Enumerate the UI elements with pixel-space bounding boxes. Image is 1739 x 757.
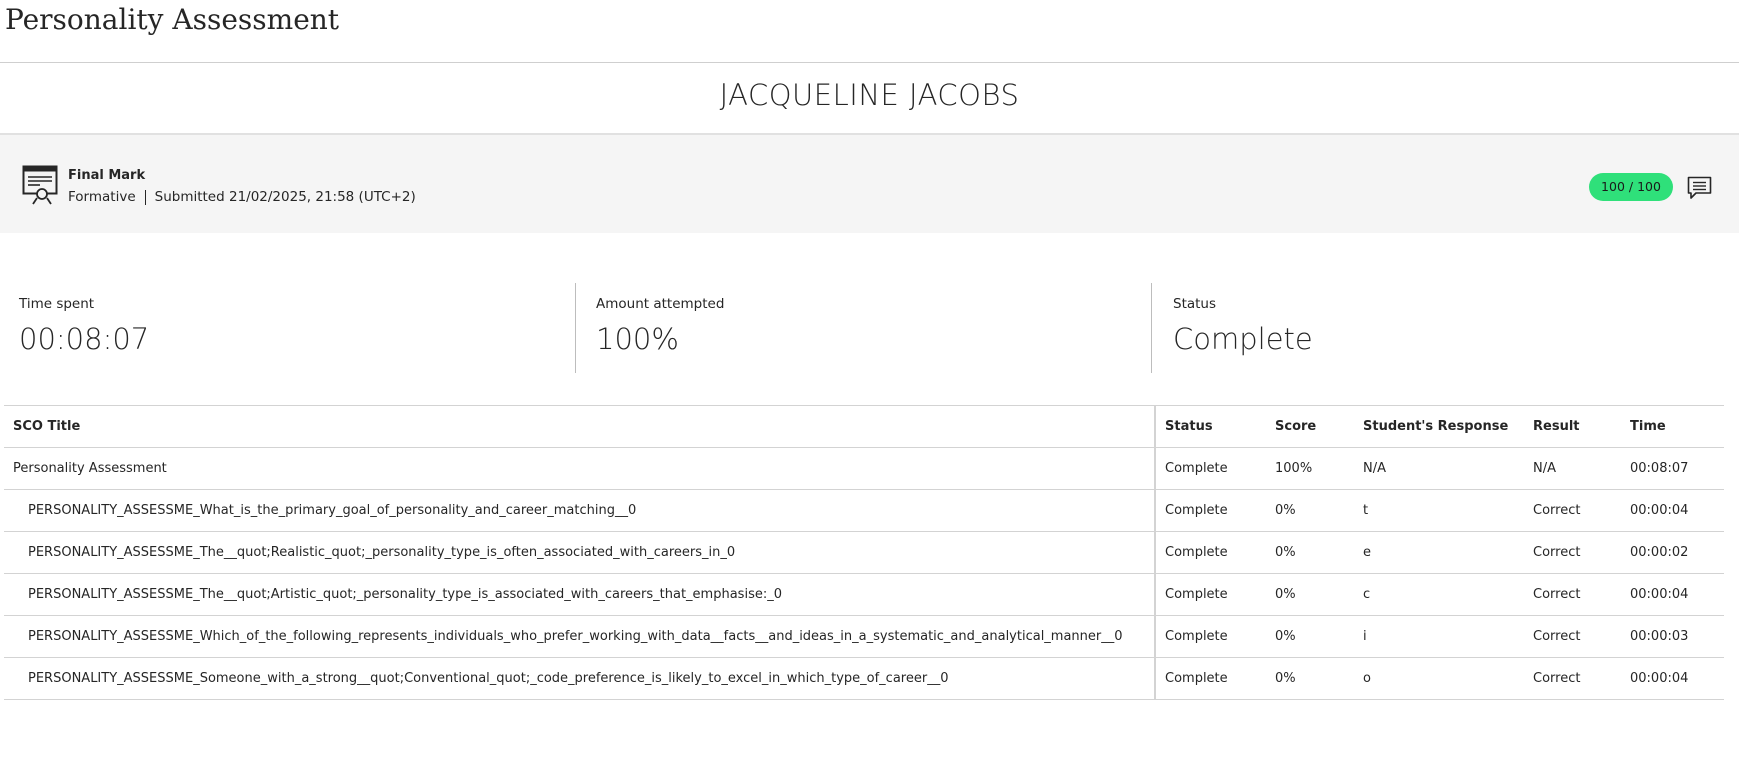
sco-title-cell: PERSONALITY_ASSESSME_What_is_the_primary… bbox=[4, 489, 1156, 532]
status-cell: Complete bbox=[1155, 489, 1266, 532]
feedback-comment-icon[interactable] bbox=[1687, 176, 1712, 200]
table-row: PERSONALITY_ASSESSME_The__quot;Realistic… bbox=[4, 531, 1724, 574]
time-spent-stat: Time spent 00:08:07 bbox=[19, 285, 149, 373]
status-label: Status bbox=[1173, 296, 1217, 312]
status-stat: Status Complete bbox=[1173, 285, 1313, 373]
result-cell: Correct bbox=[1524, 573, 1621, 616]
time-cell: 00:00:03 bbox=[1621, 615, 1724, 658]
column-header-status: Status bbox=[1155, 405, 1266, 448]
column-header-time: Time bbox=[1621, 405, 1724, 448]
final-mark-label: Final Mark bbox=[68, 168, 146, 183]
table-header-row: SCO Title Status Score Student's Respons… bbox=[4, 405, 1724, 448]
status-cell: Complete bbox=[1155, 615, 1266, 658]
response-cell: t bbox=[1354, 489, 1524, 532]
status-cell: Complete bbox=[1155, 531, 1266, 574]
amount-attempted-label: Amount attempted bbox=[596, 296, 725, 312]
table-row: PERSONALITY_ASSESSME_Which_of_the_follow… bbox=[4, 615, 1724, 658]
final-mark-panel: Final Mark Formative Submitted 21/02/202… bbox=[0, 133, 1739, 233]
table-row: PERSONALITY_ASSESSME_The__quot;Artistic_… bbox=[4, 573, 1724, 616]
result-cell: Correct bbox=[1524, 531, 1621, 574]
status-value: Complete bbox=[1173, 322, 1313, 356]
column-header-score: Score bbox=[1266, 405, 1354, 448]
result-cell: N/A bbox=[1524, 447, 1621, 490]
sco-title-cell: PERSONALITY_ASSESSME_The__quot;Artistic_… bbox=[4, 573, 1156, 616]
column-header-result: Result bbox=[1524, 405, 1621, 448]
separator bbox=[144, 189, 146, 205]
amount-attempted-stat: Amount attempted 100% bbox=[596, 285, 724, 373]
response-cell: i bbox=[1354, 615, 1524, 658]
score-cell: 0% bbox=[1266, 531, 1354, 574]
sco-title-cell: PERSONALITY_ASSESSME_Which_of_the_follow… bbox=[4, 615, 1156, 658]
score-cell: 0% bbox=[1266, 657, 1354, 700]
table-row: Personality Assessment Complete 100% N/A… bbox=[4, 447, 1724, 490]
time-cell: 00:00:04 bbox=[1621, 489, 1724, 532]
result-cell: Correct bbox=[1524, 657, 1621, 700]
amount-attempted-value: 100% bbox=[596, 322, 679, 356]
student-name: JACQUELINE JACOBS bbox=[719, 78, 1020, 112]
page-header: Personality Assessment bbox=[0, 0, 1739, 63]
score-cell: 100% bbox=[1266, 447, 1354, 490]
response-cell: o bbox=[1354, 657, 1524, 700]
status-cell: Complete bbox=[1155, 573, 1266, 616]
table-row: PERSONALITY_ASSESSME_Someone_with_a_stro… bbox=[4, 657, 1724, 700]
stat-divider bbox=[1151, 283, 1152, 373]
column-header-sco-title: SCO Title bbox=[4, 405, 1156, 448]
sco-title-cell: Personality Assessment bbox=[4, 447, 1156, 490]
sco-results-table: SCO Title Status Score Student's Respons… bbox=[4, 405, 1724, 700]
submitted-date: Submitted 21/02/2025, 21:58 (UTC+2) bbox=[154, 189, 416, 205]
score-badge: 100 / 100 bbox=[1589, 173, 1673, 201]
response-cell: e bbox=[1354, 531, 1524, 574]
time-spent-value: 00:08:07 bbox=[19, 322, 150, 356]
stat-divider bbox=[575, 283, 576, 373]
time-cell: 00:00:02 bbox=[1621, 531, 1724, 574]
table-row: PERSONALITY_ASSESSME_What_is_the_primary… bbox=[4, 489, 1724, 532]
sco-title-cell: PERSONALITY_ASSESSME_The__quot;Realistic… bbox=[4, 531, 1156, 574]
certificate-icon bbox=[22, 165, 58, 205]
page-title: Personality Assessment bbox=[5, 3, 340, 36]
score-cell: 0% bbox=[1266, 489, 1354, 532]
score-cell: 0% bbox=[1266, 573, 1354, 616]
final-mark-details: Formative Submitted 21/02/2025, 21:58 (U… bbox=[68, 189, 416, 205]
response-cell: N/A bbox=[1354, 447, 1524, 490]
response-cell: c bbox=[1354, 573, 1524, 616]
status-cell: Complete bbox=[1155, 657, 1266, 700]
sco-title-cell: PERSONALITY_ASSESSME_Someone_with_a_stro… bbox=[4, 657, 1156, 700]
score-cell: 0% bbox=[1266, 615, 1354, 658]
result-cell: Correct bbox=[1524, 615, 1621, 658]
time-spent-label: Time spent bbox=[19, 296, 95, 312]
time-cell: 00:08:07 bbox=[1621, 447, 1724, 490]
result-cell: Correct bbox=[1524, 489, 1621, 532]
time-cell: 00:00:04 bbox=[1621, 573, 1724, 616]
column-header-response: Student's Response bbox=[1354, 405, 1524, 448]
status-cell: Complete bbox=[1155, 447, 1266, 490]
time-cell: 00:00:04 bbox=[1621, 657, 1724, 700]
assessment-type: Formative bbox=[68, 189, 136, 205]
